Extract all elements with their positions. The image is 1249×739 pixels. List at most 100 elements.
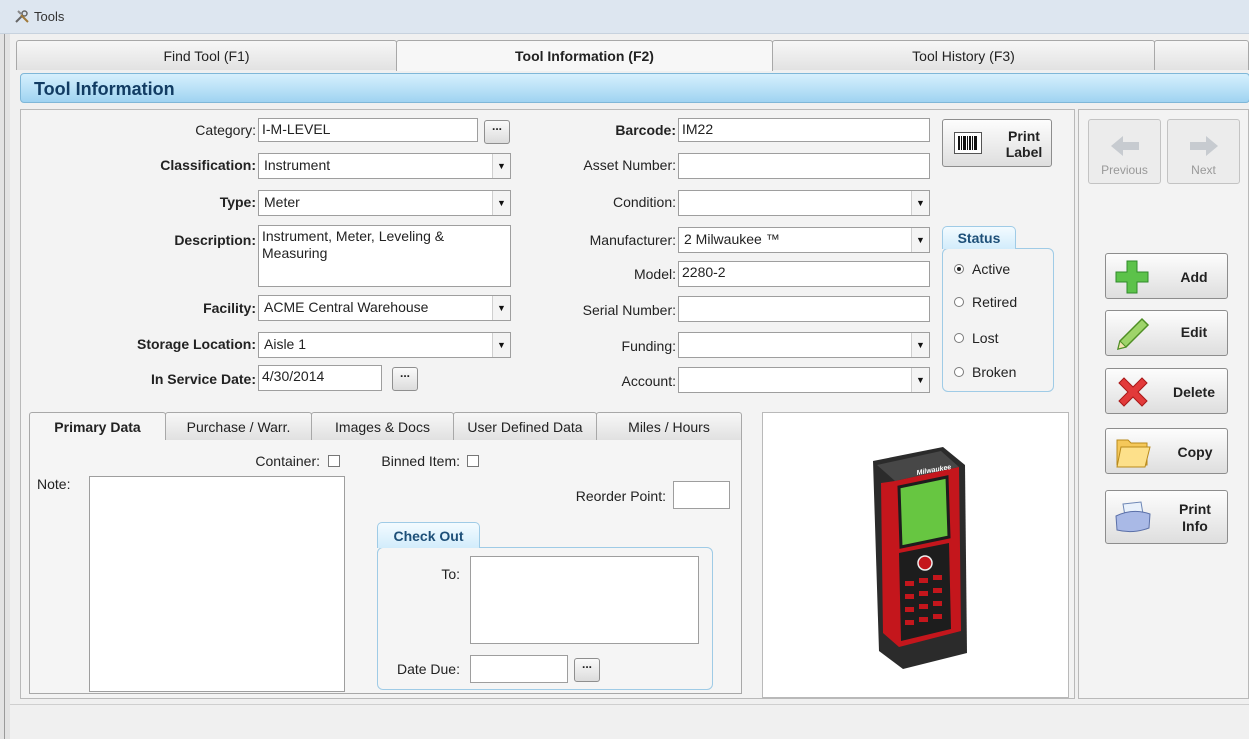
status-option-broken[interactable]: Broken (954, 364, 1050, 382)
chevron-down-icon[interactable]: ▼ (911, 368, 929, 392)
chevron-down-icon[interactable]: ▼ (492, 333, 510, 357)
classification-value: Instrument (264, 157, 331, 173)
chevron-down-icon[interactable]: ▼ (911, 228, 929, 252)
chevron-down-icon[interactable]: ▼ (492, 154, 510, 178)
window-title: Tools (34, 9, 65, 24)
add-button[interactable]: Add (1105, 253, 1228, 299)
subtab-images-docs[interactable]: Images & Docs (311, 412, 454, 440)
print-label-line2: Label (1005, 144, 1043, 160)
tool-image-frame: Milwaukee (762, 412, 1069, 698)
note-field[interactable] (89, 476, 345, 692)
next-label: Next (1191, 163, 1216, 177)
window-title-bar: Tools (0, 0, 1249, 34)
checkout-to-field[interactable] (470, 556, 699, 644)
tab-tool-information[interactable]: Tool Information (F2) (396, 40, 773, 71)
delete-label: Delete (1172, 384, 1216, 400)
barcode-label: Barcode: (615, 122, 676, 138)
tab-find-tool[interactable]: Find Tool (F1) (16, 40, 397, 70)
classification-select[interactable]: Instrument ▼ (258, 153, 511, 179)
chevron-down-icon[interactable]: ▼ (492, 296, 510, 320)
funding-select[interactable]: ▼ (678, 332, 930, 358)
tab-blank (1154, 40, 1249, 70)
copy-button[interactable]: Copy (1105, 428, 1228, 474)
date-picker-button[interactable]: ... (392, 367, 418, 391)
subtab-label: Images & Docs (335, 418, 430, 435)
container-label: Container: (255, 453, 320, 469)
arrow-right-icon (1190, 136, 1218, 156)
previous-button[interactable]: Previous (1088, 119, 1161, 184)
edit-button[interactable]: Edit (1105, 310, 1228, 356)
manufacturer-label: Manufacturer: (589, 232, 676, 248)
subtab-user-defined-data[interactable]: User Defined Data (453, 412, 597, 440)
print-info-line2: Info (1182, 518, 1208, 534)
print-info-button[interactable]: Print Info (1105, 490, 1228, 544)
subtab-label: Miles / Hours (628, 418, 710, 435)
description-field[interactable]: Instrument, Meter, Leveling & Measuring (258, 225, 511, 287)
delete-button[interactable]: Delete (1105, 368, 1228, 414)
section-title: Tool Information (34, 79, 175, 99)
subtab-label: Purchase / Warr. (186, 418, 291, 435)
asset-number-field[interactable] (678, 153, 930, 179)
account-select[interactable]: ▼ (678, 367, 930, 393)
tab-label: Find Tool (F1) (163, 47, 250, 64)
type-select[interactable]: Meter ▼ (258, 190, 511, 216)
condition-label: Condition: (612, 194, 676, 210)
printer-icon (1115, 501, 1151, 533)
date-due-picker-button[interactable]: ... (574, 658, 600, 682)
subtab-primary-data[interactable]: Primary Data (29, 412, 166, 441)
storage-location-select[interactable]: Aisle 1 ▼ (258, 332, 511, 358)
facility-select[interactable]: ACME Central Warehouse ▼ (258, 295, 511, 321)
date-due-field[interactable] (470, 655, 568, 683)
subtab-miles-hours[interactable]: Miles / Hours (596, 412, 742, 440)
tab-tool-history[interactable]: Tool History (F3) (772, 40, 1155, 70)
plus-icon (1115, 260, 1149, 294)
tools-icon (15, 10, 29, 23)
subtab-purchase-warranty[interactable]: Purchase / Warr. (165, 412, 312, 440)
serial-number-field[interactable] (678, 296, 930, 322)
model-field[interactable]: 2280-2 (678, 261, 930, 287)
in-service-date-field[interactable]: 4/30/2014 (258, 365, 382, 391)
serial-number-label: Serial Number: (582, 302, 676, 318)
status-option-lost[interactable]: Lost (954, 330, 1050, 348)
checkout-title: Check Out (377, 522, 480, 548)
print-label-line1: Print (1008, 128, 1040, 144)
facility-label: Facility: (203, 300, 256, 316)
binned-item-label: Binned Item: (381, 453, 460, 469)
section-header: Tool Information (20, 73, 1249, 103)
next-button[interactable]: Next (1167, 119, 1240, 184)
chevron-down-icon[interactable]: ▼ (492, 191, 510, 215)
category-browse-button[interactable]: ... (484, 120, 510, 144)
arrow-left-icon (1111, 136, 1139, 156)
chevron-down-icon[interactable]: ▼ (911, 191, 929, 215)
storage-location-value: Aisle 1 (264, 336, 307, 352)
radio-selected-icon[interactable] (954, 264, 964, 274)
radio-icon[interactable] (954, 333, 964, 343)
print-label-button[interactable]: Print Label (942, 119, 1052, 167)
pencil-icon (1116, 317, 1150, 351)
tab-label: Tool History (F3) (912, 47, 1015, 64)
account-label: Account: (621, 373, 676, 389)
status-option-label: Retired (972, 294, 1018, 310)
subtab-label: User Defined Data (467, 418, 583, 435)
category-field[interactable]: I-M-LEVEL (258, 118, 478, 142)
type-value: Meter (264, 194, 300, 210)
reorder-point-field[interactable] (673, 481, 730, 509)
radio-icon[interactable] (954, 297, 964, 307)
status-option-active[interactable]: Active (954, 261, 1050, 279)
window-left-frame (0, 34, 10, 739)
checkout-to-label: To: (441, 566, 460, 582)
manufacturer-select[interactable]: 2 Milwaukee ™ ▼ (678, 227, 930, 253)
container-checkbox[interactable] (328, 455, 340, 467)
chevron-down-icon[interactable]: ▼ (911, 333, 929, 357)
edit-label: Edit (1180, 324, 1208, 340)
binned-item-checkbox[interactable] (467, 455, 479, 467)
note-label: Note: (37, 476, 71, 492)
radio-icon[interactable] (954, 367, 964, 377)
laser-distance-meter-image[interactable]: Milwaukee (863, 441, 975, 671)
status-option-label: Lost (972, 330, 999, 346)
facility-value: ACME Central Warehouse (264, 299, 429, 315)
barcode-field[interactable]: IM22 (678, 118, 930, 142)
asset-number-label: Asset Number: (583, 157, 676, 173)
status-option-retired[interactable]: Retired (954, 294, 1050, 312)
condition-select[interactable]: ▼ (678, 190, 930, 216)
